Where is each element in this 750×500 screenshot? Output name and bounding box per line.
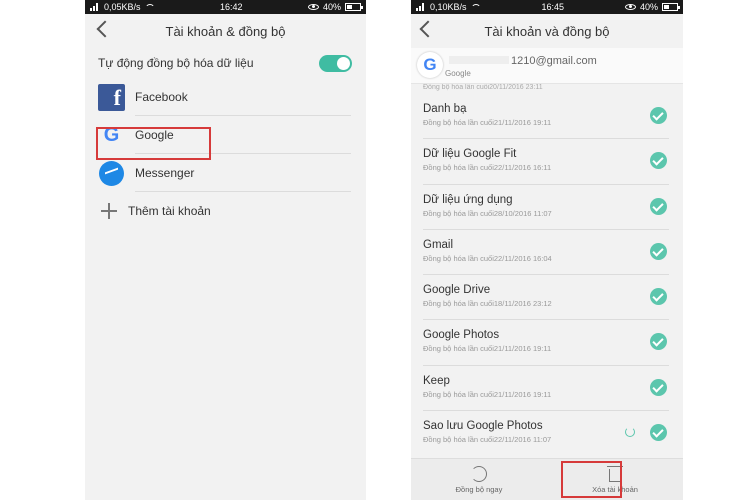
sync-item-name: Gmail (423, 238, 454, 251)
page-title: Tài khoản & đồng bộ (165, 23, 286, 39)
battery-icon (344, 3, 363, 11)
sync-item-google-drive[interactable]: Google Drive Đồng bộ hóa lần cuối18/11/2… (411, 275, 683, 321)
account-header: G 1210@gmail.com Google (411, 48, 683, 84)
sync-item-name: Dữ liệu ứng dụng (423, 193, 513, 206)
status-bar: 0,10KB/s 16:45 40% (411, 0, 683, 14)
sync-item-photos-backup[interactable]: Sao lưu Google Photos Đồng bộ hóa lần cu… (411, 411, 683, 456)
battery-percent: 40% (639, 2, 658, 12)
sync-item-time: Đồng bộ hóa lần cuối28/10/2016 11:07 (423, 208, 552, 218)
sync-item-name: Sao lưu Google Photos (423, 420, 543, 433)
right-phone-screen: 0,10KB/s 16:45 40% Tài khoản và đồng bộ … (411, 0, 683, 500)
sync-item-time: Đồng bộ hóa lần cuối21/11/2016 19:11 (423, 344, 552, 354)
network-speed: 0,05KB/s (104, 2, 141, 12)
network-speed: 0,10KB/s (430, 2, 467, 12)
check-icon[interactable] (650, 424, 667, 442)
delete-highlight-box (561, 461, 622, 498)
sync-item-name: Google Photos (423, 329, 500, 342)
wifi-icon (470, 3, 481, 11)
bottom-action-bar: Đồng bộ ngay Xóa tài khoản (411, 458, 683, 500)
google-icon: G (417, 52, 443, 78)
check-icon[interactable] (650, 107, 667, 124)
eye-icon (307, 4, 319, 10)
email-redaction (449, 56, 509, 64)
sync-now-button[interactable]: Đồng bộ ngay (411, 459, 547, 500)
auto-sync-toggle[interactable] (319, 54, 352, 72)
battery-icon (661, 3, 680, 11)
eye-icon (624, 4, 636, 10)
clock: 16:42 (219, 2, 243, 12)
check-icon[interactable] (650, 378, 667, 396)
sync-item-app-data[interactable]: Dữ liệu ứng dụng Đồng bộ hóa lần cuối28/… (411, 185, 683, 230)
sync-item-name: Google Drive (423, 284, 491, 297)
sync-item-time: Đồng bộ hóa lần cuối18/11/2016 23:12 (423, 299, 552, 309)
sync-item-keep[interactable]: Keep Đồng bộ hóa lần cuối21/11/2016 19:1… (411, 366, 683, 412)
sync-item-time: Đồng bộ hóa lần cuối21/11/2016 19:11 (423, 118, 552, 127)
page-title: Tài khoản và đồng bộ (484, 23, 610, 39)
auto-sync-row: Tự động đồng bộ hóa dữ liệu (85, 48, 366, 78)
battery-percent: 40% (322, 2, 341, 12)
messenger-icon (99, 160, 124, 186)
facebook-icon: f (98, 83, 125, 111)
sync-item-name: Danh bạ (423, 103, 467, 115)
title-bar: Tài khoản & đồng bộ (85, 14, 366, 48)
left-phone-screen: 0,05KB/s 16:42 40% Tài khoản & đồng bộ T… (85, 0, 366, 500)
account-label: Facebook (135, 90, 188, 104)
sync-item-name: Dữ liệu Google Fit (423, 148, 517, 161)
account-row-facebook[interactable]: f Facebook (85, 78, 366, 116)
clock: 16:45 (541, 2, 565, 12)
wifi-icon (144, 3, 155, 11)
sync-item-contacts[interactable]: Danh bạ Đồng bộ hóa lần cuối21/11/2016 1… (411, 94, 683, 140)
add-account-button[interactable]: Thêm tài khoản (85, 192, 366, 230)
sync-item-google-fit[interactable]: Dữ liệu Google Fit Đồng bộ hóa lần cuối2… (411, 139, 683, 185)
screenshot-stage: 0,05KB/s 16:42 40% Tài khoản & đồng bộ T… (0, 0, 750, 500)
sync-item-list: Danh bạ Đồng bộ hóa lần cuối21/11/2016 1… (411, 94, 683, 457)
signal-icon (90, 3, 100, 11)
sync-item-name: Keep (423, 374, 450, 387)
account-email: 1210@gmail.com (449, 55, 597, 67)
plus-icon (101, 203, 117, 219)
partial-sync-text: Đồng bộ hóa lần cuối20/11/2016 23:11 (423, 84, 543, 91)
sync-now-label: Đồng bộ ngay (455, 484, 503, 494)
auto-sync-label: Tự động đồng bộ hóa dữ liệu (98, 56, 254, 70)
add-account-label: Thêm tài khoản (128, 204, 211, 218)
sync-icon (471, 465, 487, 482)
google-highlight-box (96, 127, 211, 160)
status-bar: 0,05KB/s 16:42 40% (85, 0, 366, 14)
account-label: Messenger (135, 166, 195, 180)
signal-icon (416, 3, 426, 11)
check-icon[interactable] (650, 242, 667, 260)
sync-item-time: Đồng bộ hóa lần cuối22/11/2016 11:07 (423, 435, 552, 445)
sync-item-time: Đồng bộ hóa lần cuối22/11/2016 16:11 (423, 163, 552, 173)
sync-item-time: Đồng bộ hóa lần cuối21/11/2016 19:11 (423, 389, 552, 399)
sync-item-gmail[interactable]: Gmail Đồng bộ hóa lần cuối22/11/2016 16:… (411, 230, 683, 276)
account-type: Google (445, 69, 471, 78)
sync-item-google-photos[interactable]: Google Photos Đồng bộ hóa lần cuối21/11/… (411, 320, 683, 366)
title-bar: Tài khoản và đồng bộ (411, 14, 683, 48)
check-icon[interactable] (650, 197, 667, 215)
sync-item-time: Đồng bộ hóa lần cuối22/11/2016 16:04 (423, 253, 552, 263)
